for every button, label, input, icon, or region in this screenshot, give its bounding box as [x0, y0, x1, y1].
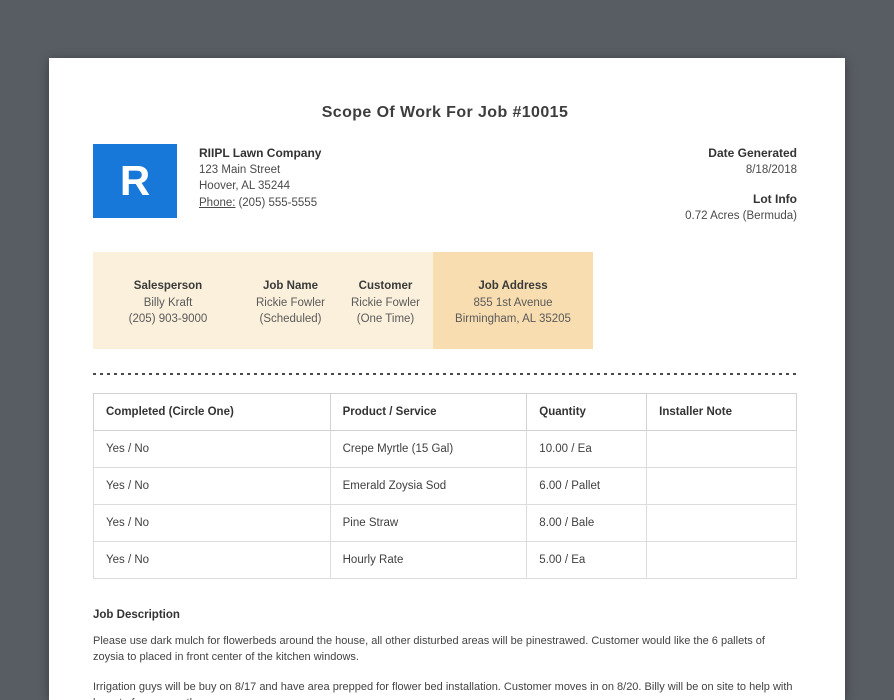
salesperson-phone: (205) 903-9000 [128, 313, 208, 325]
logo-letter: R [119, 157, 151, 204]
cell-product: Hourly Rate [329, 541, 528, 579]
company-name: RIIPL Lawn Company [199, 146, 322, 160]
job-description-heading: Job Description [93, 609, 180, 621]
table-row: Yes / No Crepe Myrtle (15 Gal) 10.00 / E… [93, 430, 797, 468]
scope-of-work-table: Completed (Circle One) Product / Service… [93, 393, 797, 579]
job-name-status: (Scheduled) [259, 313, 322, 325]
section-divider [93, 373, 797, 375]
date-generated-label: Date Generated [708, 146, 797, 160]
job-info-band: Salesperson Billy Kraft (205) 903-9000 J… [93, 252, 593, 349]
table-row: Yes / No Hourly Rate 5.00 / Ea [93, 541, 797, 579]
cell-completed: Yes / No [93, 504, 331, 542]
cell-product: Crepe Myrtle (15 Gal) [329, 430, 528, 468]
document-meta: Date Generated 8/18/2018 Lot Info 0.72 A… [685, 144, 797, 224]
salesperson-name: Billy Kraft [143, 296, 193, 309]
cell-product: Emerald Zoysia Sod [329, 467, 528, 505]
cell-quantity: 8.00 / Bale [526, 504, 648, 542]
cell-product: Pine Straw [329, 504, 528, 542]
job-description-paragraph-1: Please use dark mulch for flowerbeds aro… [93, 635, 765, 663]
company-info: RIIPL Lawn Company 123 Main Street Hoove… [199, 144, 321, 224]
company-address-line2: Hoover, AL 35244 [199, 180, 291, 192]
phone-number: (205) 555-5555 [238, 196, 318, 209]
header-quantity: Quantity [526, 393, 648, 431]
header-product-service: Product / Service [329, 393, 528, 431]
company-logo: R [93, 144, 177, 218]
customer-type: (One Time) [356, 313, 415, 325]
job-address-label: Job Address [478, 280, 548, 292]
page-title: Scope Of Work For Job #10015 [321, 104, 569, 121]
salesperson-label: Salesperson [133, 280, 203, 292]
table-row: Yes / No Pine Straw 8.00 / Bale [93, 504, 797, 542]
job-address-column: Job Address 855 1st Avenue Birmingham, A… [433, 252, 593, 349]
customer-column: Customer Rickie Fowler (One Time) [338, 252, 433, 349]
job-address-line2: Birmingham, AL 35205 [455, 313, 571, 325]
header-installer-note: Installer Note [646, 393, 797, 431]
job-name-column: Job Name Rickie Fowler (Scheduled) [243, 252, 338, 349]
job-description-paragraph-2: Irrigation guys will be buy on 8/17 and … [93, 681, 793, 700]
company-phone-line: Phone: (205) 555-5555 [199, 195, 321, 212]
cell-installer-note [646, 504, 797, 542]
cell-quantity: 10.00 / Ea [526, 430, 648, 468]
lot-info-value: 0.72 Acres (Bermuda) [685, 209, 797, 222]
viewer-background: { "page": { "title": "Scope Of Work For … [0, 0, 894, 700]
table-row: Yes / No Emerald Zoysia Sod 6.00 / Palle… [93, 467, 797, 505]
table-header-row: Completed (Circle One) Product / Service… [93, 393, 797, 431]
cell-completed: Yes / No [93, 430, 331, 468]
job-name-value: Rickie Fowler [255, 296, 325, 309]
phone-label: Phone: [199, 196, 236, 209]
cell-installer-note [646, 541, 797, 579]
lot-info-group: Lot Info 0.72 Acres (Bermuda) [685, 191, 797, 224]
company-address-line1: 123 Main Street [199, 163, 281, 176]
header-completed: Completed (Circle One) [93, 393, 331, 431]
customer-name: Rickie Fowler [350, 296, 420, 309]
job-name-label: Job Name [263, 280, 318, 292]
document-page: Scope Of Work For Job #10015 R RIIPL Law… [49, 58, 845, 700]
lot-info-label: Lot Info [753, 192, 797, 206]
cell-installer-note [646, 430, 797, 468]
cell-installer-note [646, 467, 797, 505]
customer-label: Customer [358, 280, 413, 292]
cell-quantity: 6.00 / Pallet [526, 467, 648, 505]
job-address-line1: 855 1st Avenue [473, 296, 553, 309]
cell-completed: Yes / No [93, 467, 331, 505]
date-generated-group: Date Generated 8/18/2018 [685, 145, 797, 178]
cell-completed: Yes / No [93, 541, 331, 579]
cell-quantity: 5.00 / Ea [526, 541, 648, 579]
document-header: R RIIPL Lawn Company 123 Main Street Hoo… [93, 144, 797, 224]
salesperson-column: Salesperson Billy Kraft (205) 903-9000 [93, 252, 243, 349]
date-generated-value: 8/18/2018 [745, 163, 797, 176]
